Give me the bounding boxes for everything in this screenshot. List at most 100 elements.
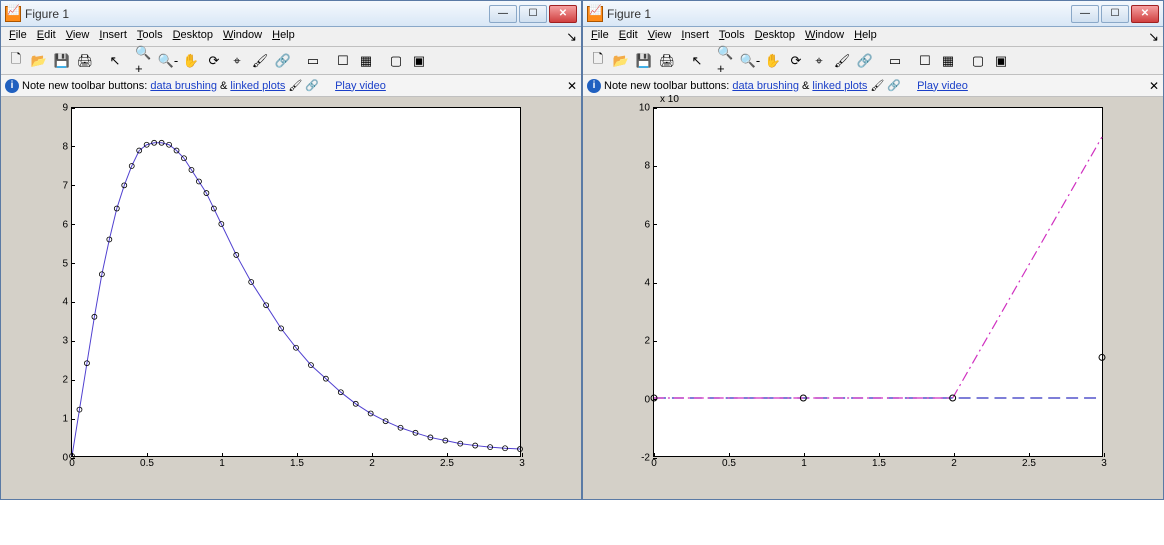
pan-icon[interactable]: ✋	[180, 50, 202, 72]
zoom-out-icon[interactable]: 🔍-	[739, 50, 761, 72]
menu-help[interactable]: Help	[850, 29, 881, 44]
new-figure-icon[interactable]: 🗋	[587, 50, 609, 72]
colormap-icon[interactable]: ▦	[355, 50, 377, 72]
print-icon[interactable]: 🖨	[74, 50, 96, 72]
titlebar[interactable]: Figure 1 — ☐ ✕	[1, 1, 581, 27]
rotate-icon[interactable]: ⟳	[203, 50, 225, 72]
link-mini-icon: 🔗	[305, 79, 319, 92]
y-tick-label: 5	[62, 258, 68, 269]
menu-edit[interactable]: Edit	[33, 29, 60, 44]
data-cursor-icon[interactable]: ⌖	[226, 50, 248, 72]
menubar: File Edit View Insert Tools Desktop Wind…	[1, 27, 581, 47]
axes[interactable]: 012345678900.511.522.53	[71, 107, 521, 457]
link-data-brushing[interactable]: data brushing	[150, 80, 217, 92]
menu-desktop[interactable]: Desktop	[169, 29, 217, 44]
info-text-prefix: Note new toolbar buttons:	[604, 80, 729, 92]
colorbar-icon[interactable]: ▭	[884, 50, 906, 72]
legend-icon[interactable]: ☐	[914, 50, 936, 72]
link-linked-plots[interactable]: linked plots	[230, 80, 285, 92]
menu-insert[interactable]: Insert	[677, 29, 713, 44]
y-tick-label: 7	[62, 180, 68, 191]
rotate-icon[interactable]: ⟳	[785, 50, 807, 72]
close-button[interactable]: ✕	[1131, 5, 1159, 23]
menu-help[interactable]: Help	[268, 29, 299, 44]
toolbar: 🗋📂💾🖨 ↖ 🔍+🔍-✋⟳⌖🖌🔗 ▭ ☐▦ ▢▣	[1, 47, 581, 75]
menu-view[interactable]: View	[62, 29, 94, 44]
plot-area[interactable]: 012345678900.511.522.53	[1, 97, 581, 499]
menu-insert[interactable]: Insert	[95, 29, 131, 44]
zoom-in-icon[interactable]: 🔍+	[134, 50, 156, 72]
link-icon[interactable]: 🔗	[272, 50, 294, 72]
hide-tools-icon[interactable]: ▢	[967, 50, 989, 72]
figure-window-1: Figure 1 — ☐ ✕ File Edit View Insert Too…	[0, 0, 582, 500]
x-tick-label: 1	[801, 458, 807, 469]
menu-edit[interactable]: Edit	[615, 29, 642, 44]
x-tick-label: 0	[651, 458, 657, 469]
maximize-button[interactable]: ☐	[519, 5, 547, 23]
axes[interactable]: x 10 -2024681000.511.522.53	[653, 107, 1103, 457]
y-tick-label: 8	[644, 161, 650, 172]
brush-icon[interactable]: 🖌	[249, 50, 271, 72]
open-icon[interactable]: 📂	[28, 50, 50, 72]
pointer-icon[interactable]: ↖	[104, 50, 126, 72]
y-tick-label: 6	[644, 219, 650, 230]
minimize-button[interactable]: —	[489, 5, 517, 23]
link-icon[interactable]: 🔗	[854, 50, 876, 72]
dock-icon[interactable]: ↘	[566, 29, 577, 44]
open-icon[interactable]: 📂	[610, 50, 632, 72]
x-tick-label: 0.5	[722, 458, 736, 469]
dock-icon[interactable]: ↘	[1148, 29, 1159, 44]
maximize-button[interactable]: ☐	[1101, 5, 1129, 23]
pan-icon[interactable]: ✋	[762, 50, 784, 72]
hide-tools-icon[interactable]: ▢	[385, 50, 407, 72]
y-tick-label: 0	[644, 394, 650, 405]
close-info-button[interactable]: ✕	[567, 79, 577, 93]
menu-tools[interactable]: Tools	[133, 29, 167, 44]
y-tick-label: 10	[639, 103, 650, 114]
plot-area[interactable]: x 10 -2024681000.511.522.53	[583, 97, 1163, 499]
menu-window[interactable]: Window	[219, 29, 266, 44]
save-icon[interactable]: 💾	[633, 50, 655, 72]
y-tick-label: 2	[62, 375, 68, 386]
link-play-video[interactable]: Play video	[335, 80, 386, 92]
data-cursor-icon[interactable]: ⌖	[808, 50, 830, 72]
minimize-button[interactable]: —	[1071, 5, 1099, 23]
y-tick-label: 2	[644, 336, 650, 347]
info-amp: &	[802, 80, 809, 92]
x-tick-label: 0	[69, 458, 75, 469]
pointer-icon[interactable]: ↖	[686, 50, 708, 72]
link-linked-plots[interactable]: linked plots	[812, 80, 867, 92]
x-tick-label: 2	[369, 458, 375, 469]
menubar: File Edit View Insert Tools Desktop Wind…	[583, 27, 1163, 47]
link-mini-icon: 🔗	[887, 79, 901, 92]
figure-window-2: Figure 1 — ☐ ✕ File Edit View Insert Too…	[582, 0, 1164, 500]
menu-file[interactable]: File	[587, 29, 613, 44]
menu-desktop[interactable]: Desktop	[751, 29, 799, 44]
brush-icon[interactable]: 🖌	[831, 50, 853, 72]
titlebar[interactable]: Figure 1 — ☐ ✕	[583, 1, 1163, 27]
print-icon[interactable]: 🖨	[656, 50, 678, 72]
menu-file[interactable]: File	[5, 29, 31, 44]
colormap-icon[interactable]: ▦	[937, 50, 959, 72]
link-data-brushing[interactable]: data brushing	[732, 80, 799, 92]
menu-window[interactable]: Window	[801, 29, 848, 44]
y-tick-label: 4	[62, 297, 68, 308]
x-tick-label: 2.5	[1022, 458, 1036, 469]
new-figure-icon[interactable]: 🗋	[5, 50, 27, 72]
y-tick-label: 6	[62, 219, 68, 230]
menu-view[interactable]: View	[644, 29, 676, 44]
close-info-button[interactable]: ✕	[1149, 79, 1159, 93]
zoom-in-icon[interactable]: 🔍+	[716, 50, 738, 72]
close-button[interactable]: ✕	[549, 5, 577, 23]
link-play-video[interactable]: Play video	[917, 80, 968, 92]
legend-icon[interactable]: ☐	[332, 50, 354, 72]
colorbar-icon[interactable]: ▭	[302, 50, 324, 72]
brush-mini-icon: 🖌	[870, 79, 884, 92]
save-icon[interactable]: 💾	[51, 50, 73, 72]
menu-tools[interactable]: Tools	[715, 29, 749, 44]
x-tick-label: 1.5	[872, 458, 886, 469]
show-tools-icon[interactable]: ▣	[990, 50, 1012, 72]
show-tools-icon[interactable]: ▣	[408, 50, 430, 72]
x-tick-label: 1.5	[290, 458, 304, 469]
zoom-out-icon[interactable]: 🔍-	[157, 50, 179, 72]
